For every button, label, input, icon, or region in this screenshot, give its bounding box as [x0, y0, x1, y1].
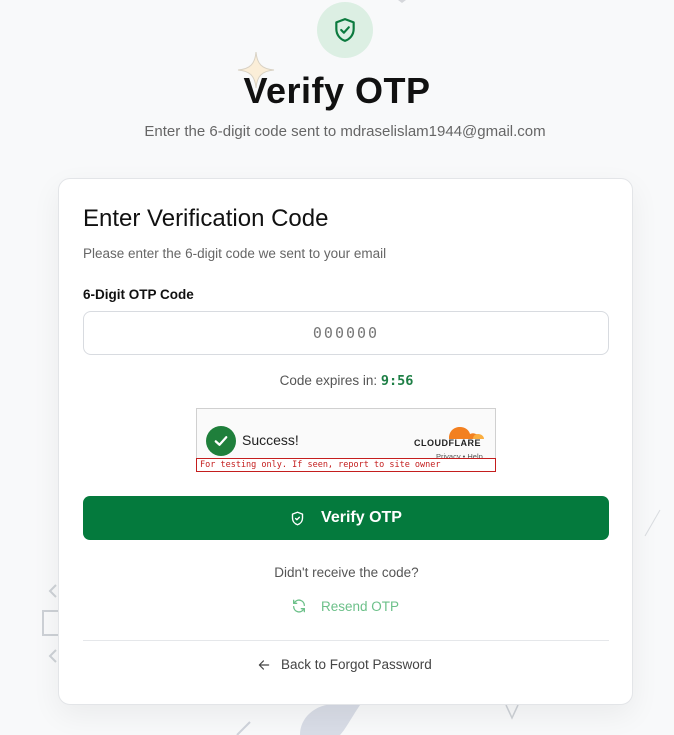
checkmark-icon: [214, 436, 228, 446]
verification-card: Enter Verification Code Please enter the…: [58, 178, 633, 705]
page-subtitle: Enter the 6-digit code sent to mdraselis…: [144, 123, 546, 140]
card-title: Enter Verification Code: [83, 205, 329, 232]
code-expiry: Code expires in: 9:56: [59, 373, 634, 389]
shield-check-badge: [317, 2, 373, 58]
captcha-success-badge: [206, 426, 236, 456]
card-description: Please enter the 6-digit code we sent to…: [83, 246, 387, 261]
shield-icon: [291, 511, 304, 525]
captcha-status: Success!: [242, 432, 299, 448]
didnt-receive-text: Didn't receive the code?: [274, 565, 419, 580]
verify-otp-button[interactable]: Verify OTP: [83, 496, 609, 540]
otp-page: Verify OTP Enter the 6-digit code sent t…: [0, 0, 674, 735]
back-link-label: Back to Forgot Password: [281, 657, 432, 672]
resend-otp-button[interactable]: Resend OTP: [291, 598, 399, 614]
back-to-forgot-password-link[interactable]: Back to Forgot Password: [257, 657, 432, 672]
resend-otp-label: Resend OTP: [321, 598, 400, 614]
verify-otp-label: Verify OTP: [321, 509, 402, 526]
refresh-icon: [293, 599, 305, 613]
expiry-label: Code expires in:: [279, 373, 378, 388]
arrow-left-icon: [258, 659, 270, 670]
page-title: Verify OTP: [243, 70, 431, 111]
otp-label: 6-Digit OTP Code: [83, 287, 194, 302]
captcha-warning: For testing only. If seen, report to sit…: [196, 458, 496, 472]
expiry-timer: 9:56: [380, 373, 414, 389]
otp-input[interactable]: [83, 311, 609, 355]
cloudflare-brand: CLOUDFLARE: [414, 438, 481, 448]
shield-check-icon: [335, 18, 355, 42]
divider: [83, 640, 609, 641]
